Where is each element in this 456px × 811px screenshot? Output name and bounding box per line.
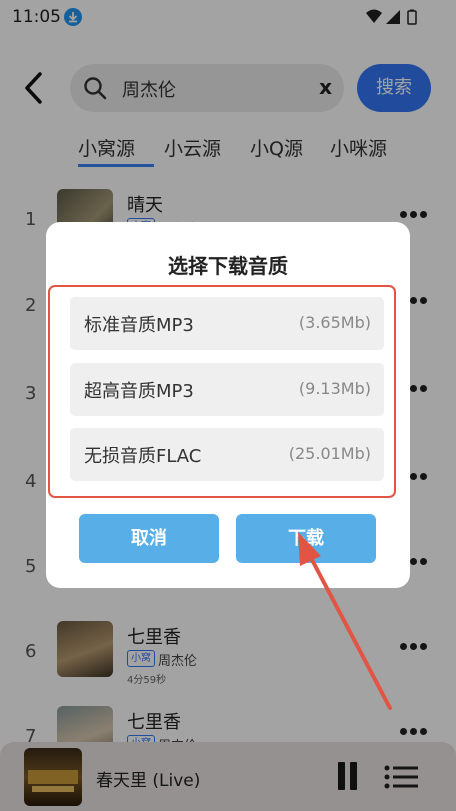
dialog-title: 选择下载音质 <box>168 254 288 278</box>
quality-option-label: 标准音质MP3 <box>84 315 194 336</box>
quality-option-size: (9.13Mb) <box>298 379 371 398</box>
quality-option-label: 无损音质FLAC <box>84 446 202 467</box>
quality-option-high-mp3[interactable]: 超高音质MP3 (9.13Mb) <box>70 363 384 416</box>
quality-option-size: (3.65Mb) <box>298 313 371 332</box>
quality-option-label: 超高音质MP3 <box>84 381 194 402</box>
quality-option-standard-mp3[interactable]: 标准音质MP3 (3.65Mb) <box>70 297 384 350</box>
download-button[interactable]: 下载 <box>236 514 376 563</box>
quality-option-lossless-flac[interactable]: 无损音质FLAC (25.01Mb) <box>70 428 384 481</box>
cancel-button[interactable]: 取消 <box>79 514 219 563</box>
quality-option-size: (25.01Mb) <box>288 444 371 463</box>
download-quality-dialog: 选择下载音质 标准音质MP3 (3.65Mb) 超高音质MP3 (9.13Mb)… <box>46 222 410 588</box>
